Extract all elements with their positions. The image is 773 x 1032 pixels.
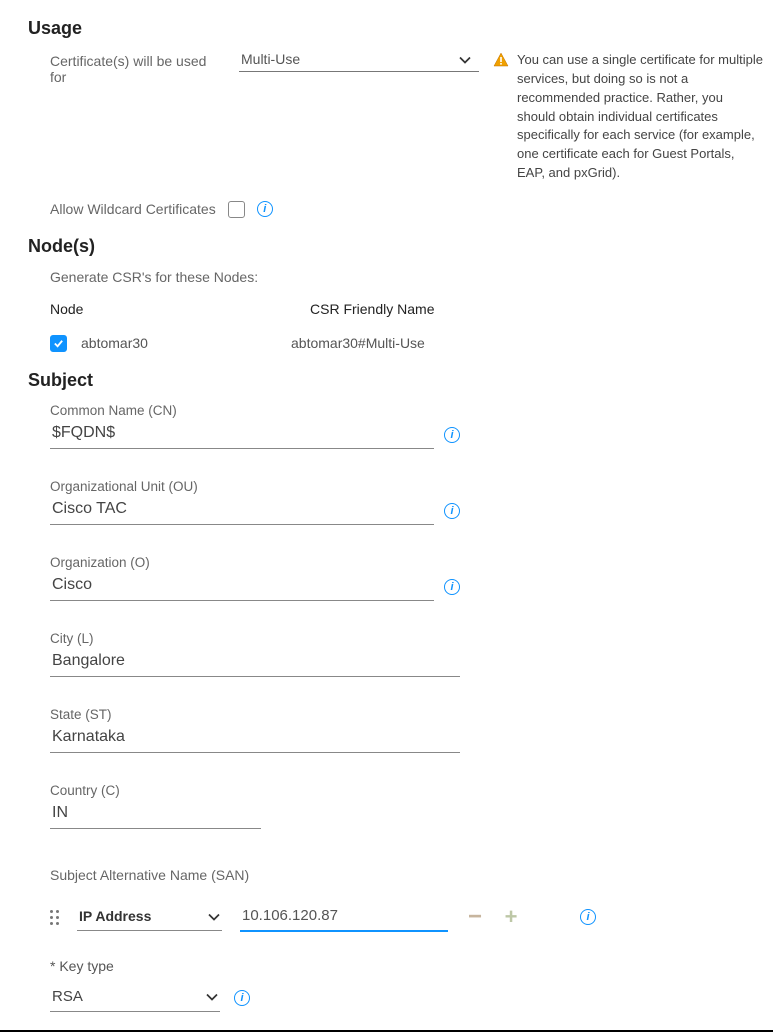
usage-label: Certificate(s) will be used for: [50, 53, 225, 85]
warning-icon: [493, 52, 509, 71]
nodes-col-node: Node: [50, 301, 270, 317]
remove-san-button[interactable]: −: [466, 908, 484, 926]
info-icon[interactable]: i: [580, 909, 596, 925]
l-input[interactable]: [50, 650, 460, 677]
c-label: Country (C): [50, 783, 250, 798]
subject-heading: Subject: [28, 370, 773, 391]
info-icon[interactable]: i: [234, 990, 250, 1006]
san-value-input[interactable]: [240, 903, 448, 932]
node-checkbox[interactable]: [50, 335, 67, 352]
drag-handle-icon[interactable]: [50, 910, 59, 925]
chevron-down-icon: [208, 910, 220, 922]
info-icon[interactable]: i: [444, 503, 460, 519]
cn-label: Common Name (CN): [50, 403, 460, 418]
nodes-col-csr: CSR Friendly Name: [310, 301, 434, 317]
ou-input[interactable]: [50, 498, 434, 525]
node-row: abtomar30 abtomar30#Multi-Use: [50, 335, 773, 352]
usage-heading: Usage: [28, 18, 773, 39]
san-type-value: IP Address: [79, 908, 151, 924]
st-label: State (ST): [50, 707, 460, 722]
info-icon[interactable]: i: [257, 201, 273, 217]
node-name: abtomar30: [81, 335, 277, 351]
usage-warning-text: You can use a single certificate for mul…: [517, 51, 763, 183]
nodes-description: Generate CSR's for these Nodes:: [50, 269, 773, 285]
key-type-select[interactable]: RSA: [50, 984, 220, 1012]
info-icon[interactable]: i: [444, 427, 460, 443]
o-input[interactable]: [50, 574, 434, 601]
san-type-select[interactable]: IP Address: [77, 904, 222, 931]
chevron-down-icon: [459, 53, 471, 65]
key-type-label: * Key type: [50, 958, 773, 974]
nodes-heading: Node(s): [28, 236, 773, 257]
st-input[interactable]: [50, 726, 460, 753]
node-csr-name: abtomar30#Multi-Use: [291, 335, 425, 351]
l-label: City (L): [50, 631, 460, 646]
wildcard-label: Allow Wildcard Certificates: [50, 201, 216, 217]
wildcard-checkbox[interactable]: [228, 201, 245, 218]
cn-input[interactable]: [50, 422, 434, 449]
o-label: Organization (O): [50, 555, 460, 570]
info-icon[interactable]: i: [444, 579, 460, 595]
add-san-button[interactable]: +: [502, 908, 520, 926]
c-input[interactable]: [50, 802, 261, 829]
key-type-value: RSA: [52, 988, 83, 1005]
san-label: Subject Alternative Name (SAN): [50, 867, 773, 883]
chevron-down-icon: [206, 990, 218, 1002]
ou-label: Organizational Unit (OU): [50, 479, 460, 494]
usage-select-value: Multi-Use: [241, 51, 300, 67]
usage-select[interactable]: Multi-Use: [239, 51, 479, 72]
